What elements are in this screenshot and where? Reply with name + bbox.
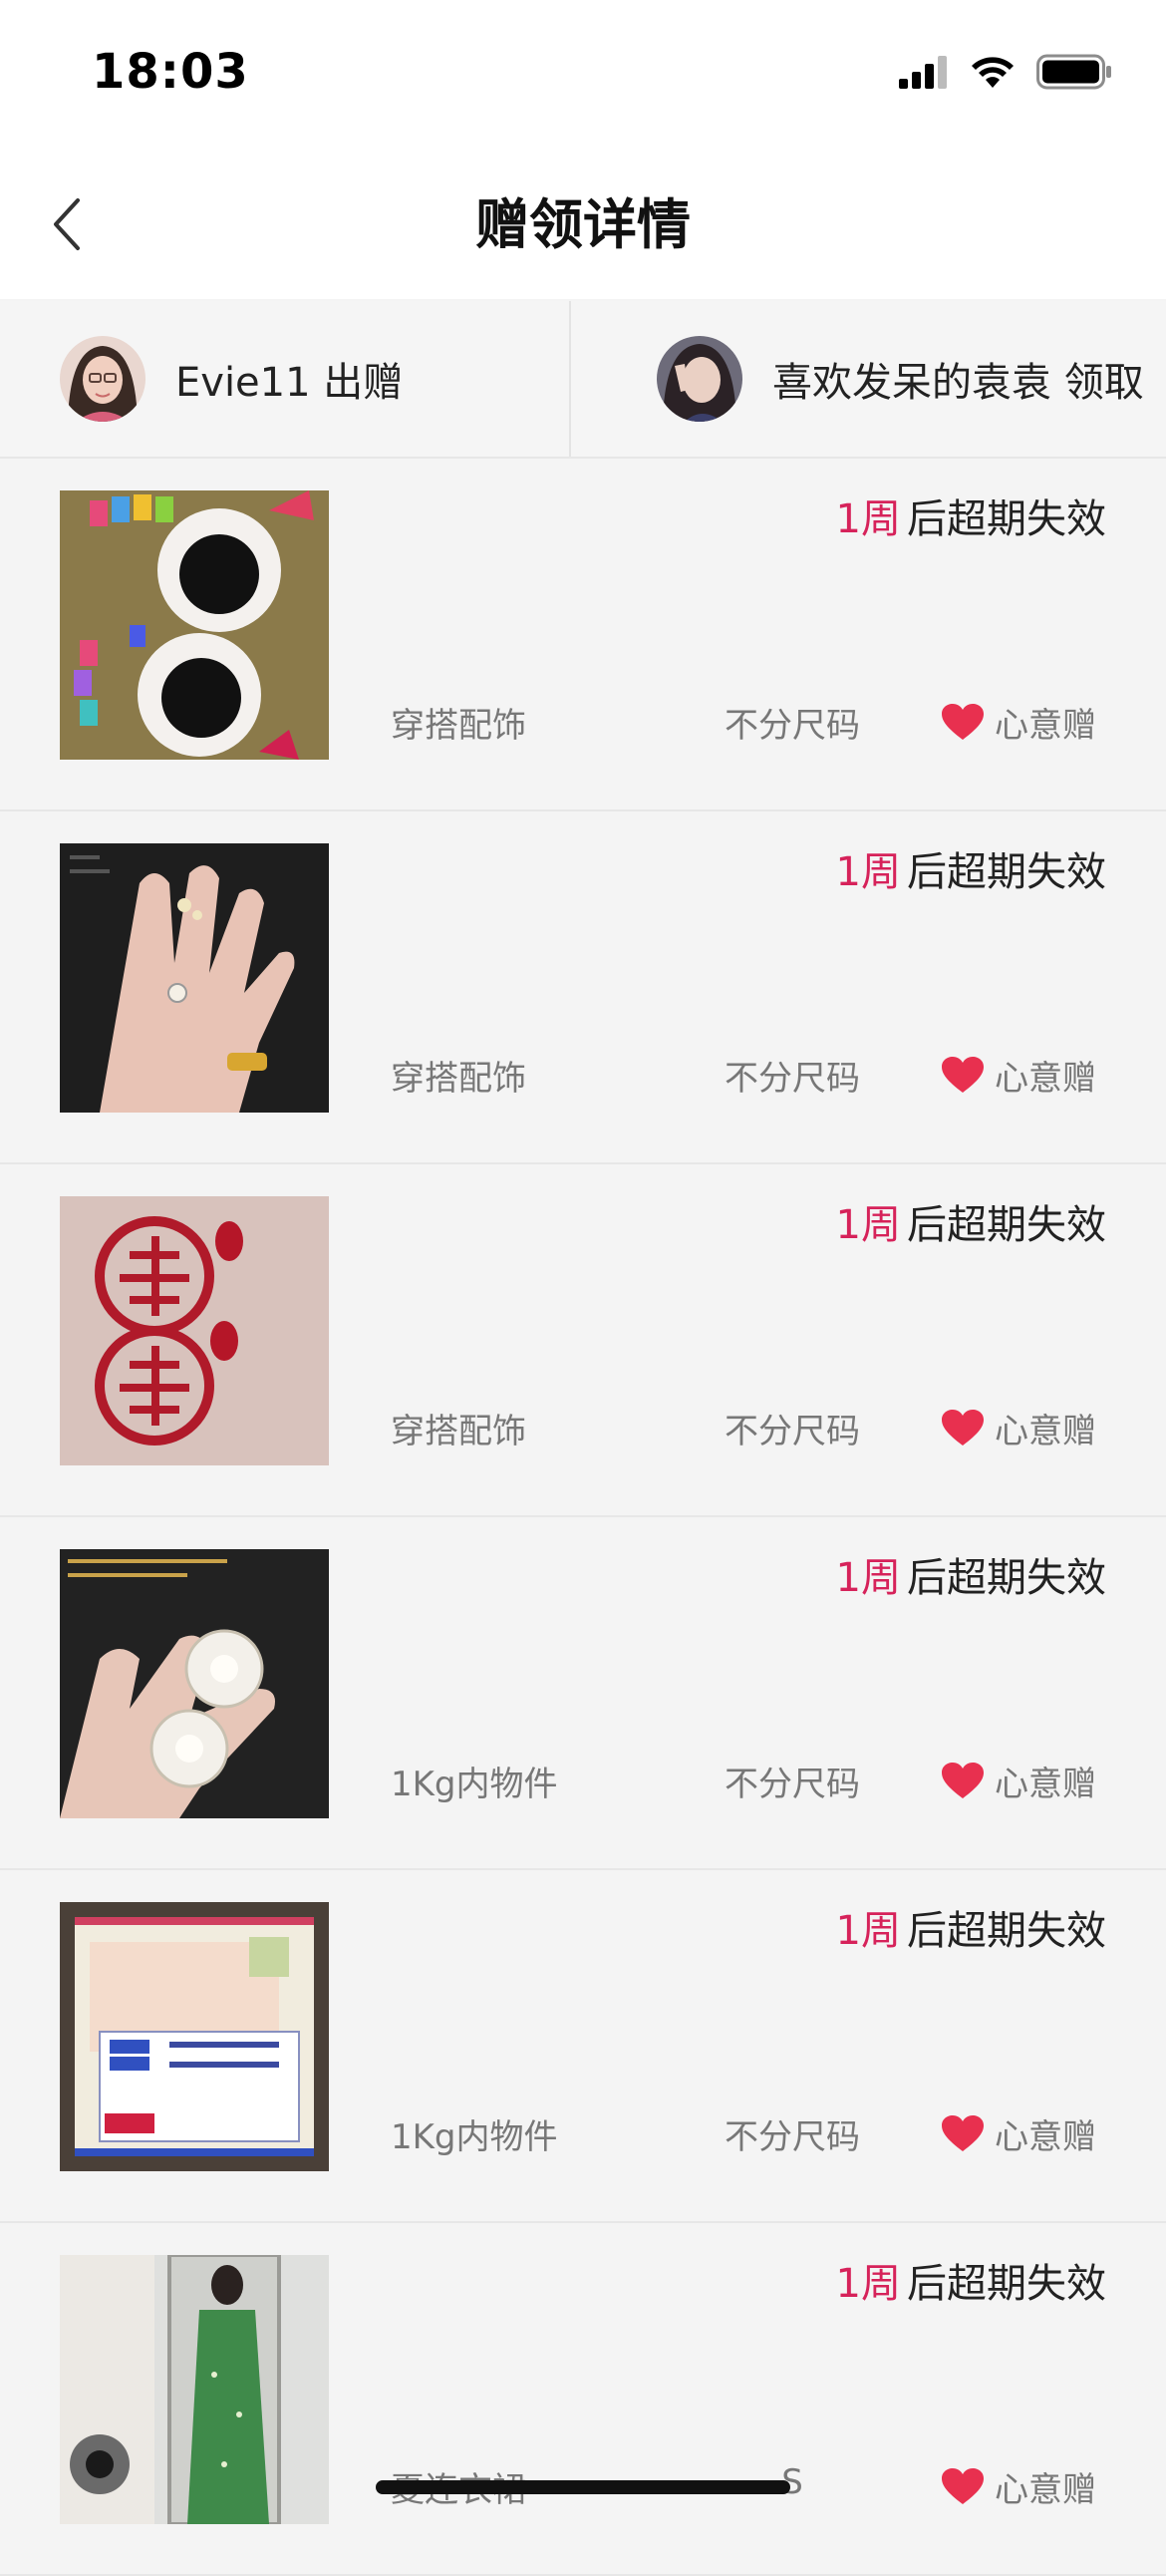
item-thumbnail[interactable] xyxy=(60,1549,329,1818)
wifi-icon xyxy=(972,57,1014,88)
receiver[interactable]: 喜欢发呆的袁袁 领取 xyxy=(569,301,1166,457)
status-icons xyxy=(899,52,1112,92)
expire-label: 后超期失效 xyxy=(907,2261,1106,2307)
list-item[interactable]: 1周 后超期失效 1Kg内物件 不分尺码 心意赠 xyxy=(0,1517,1166,1870)
heart-icon xyxy=(942,2114,984,2151)
giver[interactable]: Evie11 出赠 xyxy=(0,301,569,457)
signal-icon xyxy=(899,56,947,89)
list-item[interactable]: 1周 后超期失效 穿搭配饰 不分尺码 心意赠 xyxy=(0,459,1166,811)
gift-label: 心意赠 xyxy=(995,2117,1096,2157)
gift-label: 心意赠 xyxy=(995,1765,1096,1804)
expire-number: 1周 xyxy=(835,1555,901,1601)
heart-icon xyxy=(942,1056,984,1093)
gift-type: 心意赠 xyxy=(941,1757,1096,1805)
receiver-avatar[interactable] xyxy=(657,336,742,422)
item-size: 不分尺码 xyxy=(725,2117,860,2157)
expire-text: 1周 后超期失效 xyxy=(836,2251,1106,2309)
item-size: 不分尺码 xyxy=(725,1059,860,1099)
home-indicator[interactable] xyxy=(376,2480,790,2494)
list-item[interactable]: 1周后超期失效 夏连衣裙 S 心意赠 xyxy=(0,2223,1166,2576)
gift-label: 心意赠 xyxy=(995,1059,1096,1099)
nav-bar: 赠领详情 xyxy=(0,150,1166,299)
receiver-text: 喜欢发呆的袁袁 领取 xyxy=(772,360,1144,406)
item-list: 1周 后超期失效 穿搭配饰 不分尺码 心意赠 1周 后超期失效 穿搭配饰 不分尺码 xyxy=(0,459,1166,2576)
gift-label: 心意赠 xyxy=(995,706,1096,746)
item-category: 1Kg内物件 xyxy=(391,2117,558,2157)
battery-icon xyxy=(1036,54,1111,90)
gift-type: 心意赠 xyxy=(941,698,1096,747)
heart-icon xyxy=(942,1409,984,1446)
item-category: 穿搭配饰 xyxy=(391,1059,526,1099)
giver-avatar[interactable] xyxy=(60,336,146,422)
page-title: 赠领详情 xyxy=(475,192,691,256)
item-thumbnail[interactable] xyxy=(60,843,329,1113)
list-item[interactable]: 1周 后超期失效 穿搭配饰 不分尺码 心意赠 xyxy=(0,1164,1166,1517)
expire-text: 1周 后超期失效 xyxy=(836,1545,1106,1603)
list-item[interactable]: 1周 后超期失效 1Kg内物件 不分尺码 心意赠 xyxy=(0,1870,1166,2223)
parties-row: Evie11 出赠 喜欢发呆的袁袁 领取 xyxy=(0,301,1166,459)
expire-text: 1周 后超期失效 xyxy=(836,486,1106,544)
item-thumbnail[interactable] xyxy=(60,490,329,760)
list-item[interactable]: 1周 后超期失效 穿搭配饰 不分尺码 心意赠 xyxy=(0,811,1166,1164)
status-bar: 18:03 xyxy=(0,0,1166,150)
gift-label: 心意赠 xyxy=(995,1412,1096,1451)
heart-icon xyxy=(942,1762,984,1798)
item-thumbnail[interactable] xyxy=(60,2255,329,2524)
gift-type: 心意赠 xyxy=(941,1404,1096,1452)
item-thumbnail[interactable] xyxy=(60,1902,329,2171)
expire-label: 后超期失效 xyxy=(907,1908,1106,1954)
item-thumbnail[interactable] xyxy=(60,1196,329,1465)
expire-label: 后超期失效 xyxy=(907,496,1106,542)
expire-number: 1周 xyxy=(835,1202,901,1248)
item-category: 1Kg内物件 xyxy=(391,1765,558,1804)
gift-type: 心意赠 xyxy=(941,1051,1096,1100)
item-category: 穿搭配饰 xyxy=(391,706,526,746)
heart-icon xyxy=(942,703,984,740)
item-category: 穿搭配饰 xyxy=(391,1412,526,1451)
gift-type: 心意赠 xyxy=(941,2109,1096,2158)
giver-text: Evie11 出赠 xyxy=(175,360,404,406)
gift-type: 心意赠 xyxy=(941,2462,1096,2511)
item-size: 不分尺码 xyxy=(725,706,860,746)
expire-text: 1周 后超期失效 xyxy=(836,1192,1106,1250)
status-time: 18:03 xyxy=(92,44,249,100)
expire-number: 1周 xyxy=(835,496,901,542)
item-size: 不分尺码 xyxy=(725,1412,860,1451)
gift-label: 心意赠 xyxy=(995,2470,1096,2510)
expire-text: 1周 后超期失效 xyxy=(836,839,1106,897)
expire-number: 1周 xyxy=(835,849,901,895)
expire-label: 后超期失效 xyxy=(907,1202,1106,1248)
expire-number: 1周 xyxy=(835,2261,901,2307)
expire-number: 1周 xyxy=(835,1908,901,1954)
expire-label: 后超期失效 xyxy=(907,849,1106,895)
expire-text: 1周 后超期失效 xyxy=(836,1898,1106,1956)
item-size: 不分尺码 xyxy=(725,1765,860,1804)
heart-icon xyxy=(942,2467,984,2504)
expire-label: 后超期失效 xyxy=(907,1555,1106,1601)
